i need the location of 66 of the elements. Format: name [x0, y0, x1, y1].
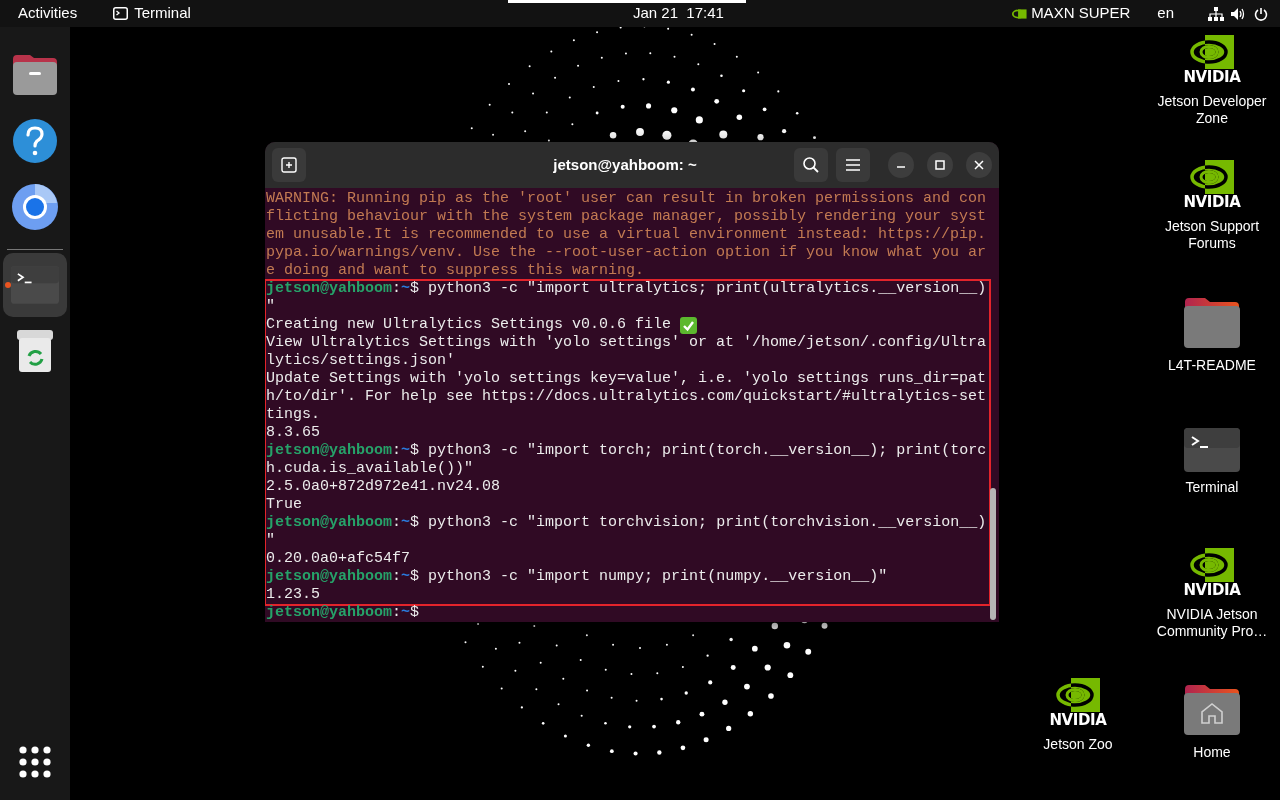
output-line: h/to/dir'. For help see https://docs.ultralytics.com/quickstart/#ultralytics-set [266, 388, 987, 406]
maximize-icon [935, 160, 945, 170]
new-tab-icon [281, 157, 297, 173]
close-icon [974, 160, 984, 170]
output-line: " [266, 298, 275, 316]
prompt-line: jetson@yahboom:~$ python3 -c "import torch; print(torch.__version__); print(torc [266, 442, 988, 460]
power-mode-indicator[interactable]: MAXN SUPER [1031, 2, 1131, 25]
output-line: lytics/settings.json' [266, 352, 456, 370]
prompt-line: jetson@yahboom:~$ python3 -c "import ultralytics; print(ultralytics.__version__) [266, 280, 988, 298]
search-icon [802, 156, 820, 174]
output-line: True [266, 496, 302, 514]
brand-wordmark: NVIDIA [1183, 69, 1241, 86]
brand-wordmark: NVIDIA [1183, 194, 1241, 211]
clock[interactable]: Jan 21 17:41 [633, 2, 724, 25]
warning-line: e doing and want to suppress this warning. [266, 262, 646, 280]
folder-icon [1183, 296, 1241, 350]
brand-wordmark: NVIDIA [1049, 712, 1107, 729]
desktop-icon-label[interactable]: L4T-README [1168, 357, 1256, 374]
prompt-line: jetson@yahboom:~$ python3 -c "import numpy; print(numpy.__version__)" [266, 568, 889, 586]
menu-icon [846, 159, 860, 171]
brand-wordmark: NVIDIA [1183, 582, 1241, 599]
close-button[interactable] [966, 152, 992, 178]
help-icon [12, 118, 58, 164]
volume-icon[interactable] [1230, 6, 1246, 21]
desktop-icon-label[interactable]: Terminal [1185, 479, 1239, 496]
desktop-icon-label[interactable]: Home [1193, 744, 1231, 761]
terminal-icon [1184, 428, 1240, 472]
warning-line: em unusable.It is recommended to use a virtual environment instead: https://pip. [266, 226, 988, 244]
output-line: 8.3.65 [266, 424, 320, 442]
trash-icon [15, 328, 55, 374]
desktop-icon-label[interactable]: NVIDIA Jetson Community Pro… [1150, 606, 1274, 640]
output-line: Update Settings with 'yolo settings key=value', i.e. 'yolo settings runs_dir=pat [266, 370, 987, 388]
language-indicator[interactable]: en [1157, 2, 1174, 25]
output-line: 0.20.0a0+afc54f7 [266, 550, 411, 568]
app-menu[interactable]: Terminal [134, 2, 191, 25]
warning-line: WARNING: Running pip as the 'root' user can result in broken permissions and con [266, 190, 988, 208]
network-icon[interactable] [1208, 6, 1224, 21]
window-title: jetson@yahboom: ~ [553, 154, 697, 175]
prompt-line: jetson@yahboom:~$ python3 -c "import torchvision; print(torchvision.__version__) [266, 514, 988, 532]
output-line: View Ultralytics Settings with 'yolo settings' or at '/home/jetson/.config/Ultra [266, 334, 987, 352]
warning-line: flicting behaviour with the system package manager, possibly rendering your syst [266, 208, 988, 226]
output-line: 1.23.5 [266, 586, 320, 604]
search-button[interactable] [794, 148, 828, 182]
folder-icon [12, 54, 58, 96]
minimize-button[interactable] [888, 152, 914, 178]
output-line: " [266, 532, 275, 550]
desktop-icon-label[interactable]: Jetson Developer Zone [1150, 93, 1274, 127]
output-line: 2.5.0a0+872d972e41.nv24.08 [266, 478, 501, 496]
maximize-button[interactable] [927, 152, 953, 178]
desktop-icon-label[interactable]: Jetson Zoo [1043, 736, 1113, 753]
home-folder-icon [1183, 683, 1241, 737]
warning-line: pypa.io/warnings/venv. Use the --root-user-action option if you know what you ar [266, 244, 988, 262]
output-line: tings. [266, 406, 320, 424]
desktop-icon-label[interactable]: Jetson Support Forums [1150, 218, 1274, 252]
output-line: Creating new Ultralytics Settings v0.0.6 file [266, 316, 672, 334]
output-line: h.cuda.is_available())" [266, 460, 474, 478]
browser-icon [11, 183, 59, 231]
menu-button[interactable] [836, 148, 870, 182]
power-icon[interactable] [1254, 6, 1268, 21]
new-tab-button[interactable] [272, 148, 306, 182]
terminal-icon [11, 266, 59, 304]
terminal-icon [113, 7, 129, 20]
scrollbar[interactable] [990, 488, 996, 620]
activities-button[interactable]: Activities [18, 2, 78, 25]
prompt-line: jetson@yahboom:~$ [266, 604, 421, 622]
app-grid-icon[interactable] [19, 746, 51, 778]
